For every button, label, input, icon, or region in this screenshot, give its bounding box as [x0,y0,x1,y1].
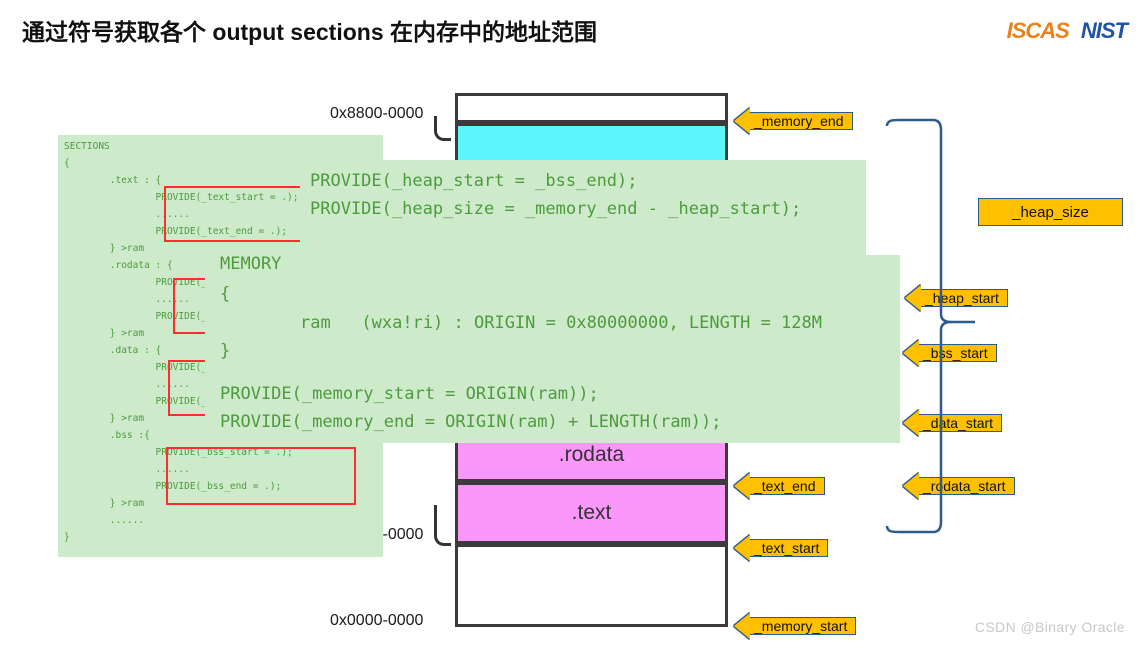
mem-block-text: .text [455,482,728,544]
arrow-left-icon [734,473,750,499]
heap-size-bracket [885,118,975,534]
callout-label: _text_end [754,478,816,494]
mem-block-bottom-unused [455,544,728,627]
arrow-left-icon [734,535,750,561]
memory-provide-start: PROVIDE(_memory_start = ORIGIN(ram)); [220,384,599,404]
address-label-top: 0x8800-0000 [330,105,424,122]
redbox-data-symbols [168,360,208,416]
callout-label: _memory_end [754,113,844,129]
callout-memory-start[interactable]: _memory_start [734,613,857,639]
memory-region-line: ram (wxa!ri) : ORIGIN = 0x80000000, LENG… [300,313,822,333]
memory-provide-end: PROVIDE(_memory_end = ORIGIN(ram) + LENG… [220,412,722,432]
slide-root: 通过符号获取各个 output sections 在内存中的地址范围 ISCAS… [0,0,1145,653]
callout-heap-size[interactable]: _heap_size [978,198,1123,226]
mem-block-top-unused [455,93,728,123]
callout-text-start[interactable]: _text_start [734,535,829,561]
callout-label: _memory_start [754,618,848,634]
iscas-logo: ISCAS [1006,18,1070,43]
callout-memory-end[interactable]: _memory_end [734,108,853,134]
page-title: 通过符号获取各个 output sections 在内存中的地址范围 [22,19,597,45]
memory-close-brace: } [220,341,231,361]
callout-label: _heap_size [1012,203,1089,221]
heap-provide-size: PROVIDE(_heap_size = _memory_end - _heap… [310,199,802,219]
callout-label: _text_start [754,540,820,556]
address-label-bottom: 0x0000-0000 [330,612,424,629]
arrow-left-icon [734,108,750,134]
overlay-heap-provides: PROVIDE(_heap_start = _bss_end); PROVIDE… [300,160,866,255]
overlay-memory-block: MEMORY { ram (wxa!ri) : ORIGIN = 0x80000… [205,254,900,443]
logo-group: ISCAS NIST [1006,18,1128,44]
redbox-bss-symbols [166,447,356,505]
address-brace-text-start [434,505,451,546]
memory-keyword: MEMORY [220,254,282,274]
arrow-left-icon [734,613,750,639]
nist-logo: NIST [1080,18,1128,43]
csdn-watermark: CSDN @Binary Oracle [974,619,1125,635]
memory-open-brace: { [220,284,231,304]
address-brace-top [434,116,451,141]
heap-provide-start: PROVIDE(_heap_start = _bss_end); [310,171,638,191]
callout-text-end[interactable]: _text_end [734,473,825,499]
